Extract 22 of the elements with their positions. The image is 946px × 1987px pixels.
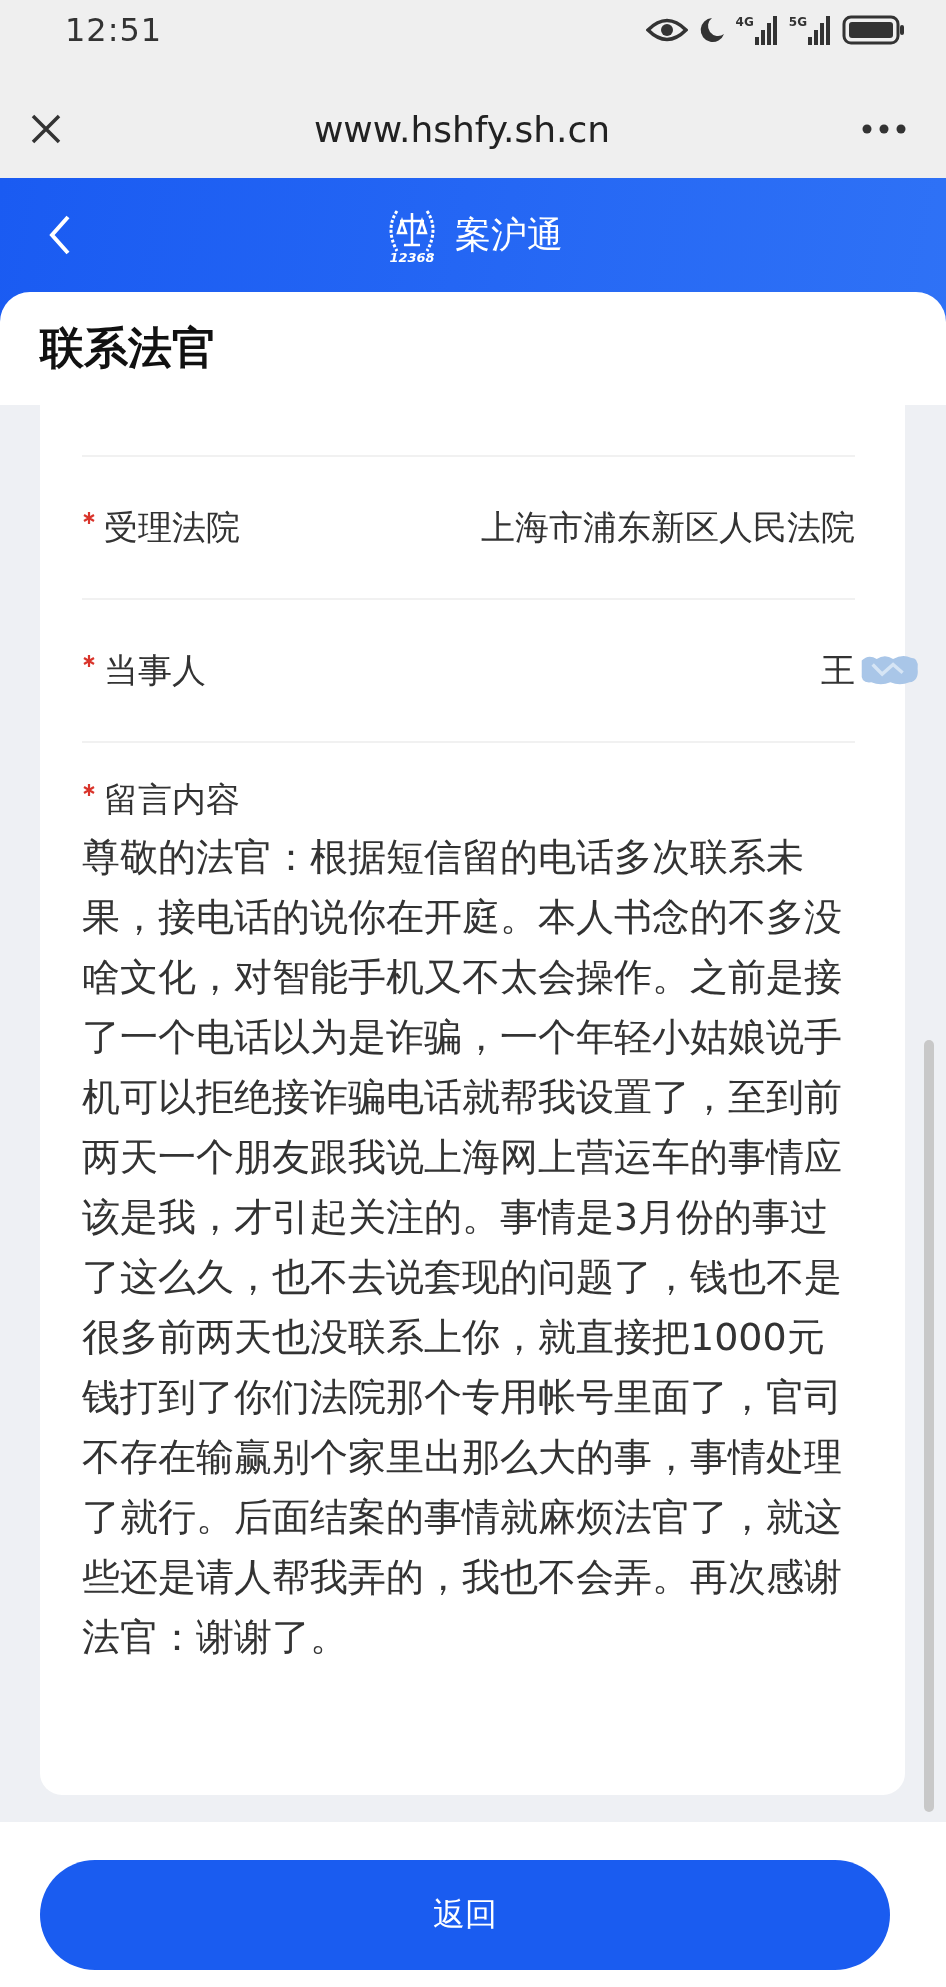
field-value: 上海市浦东新区人民法院	[481, 505, 855, 549]
close-icon[interactable]	[30, 113, 62, 145]
field-label: 当事人	[104, 648, 206, 692]
more-icon[interactable]	[862, 124, 906, 134]
network-label: 4G	[735, 15, 754, 29]
signal-icon	[808, 15, 832, 45]
logo-number: 12368	[389, 250, 435, 264]
network-label: 5G	[788, 15, 807, 29]
message-text: 尊敬的法官：根据短信留的电话多次联系未果，接电话的说你在开庭。本人书念的不多没啥文化，对智能手机又不太会操作。之前是接了一个电话以为是诈骗，一个年轻小姑娘说手机可以拒绝接诈骗电话就帮我设置了，至到前两天一个朋友跟我说上海网上营运车的事情应该是我，才引起关注的。事情是3月份的事过了这么久，也不去说套现的问题了，钱也不是很多前两天也没联系上你，就直接把1000元钱打到了你们法院那个专用帐号里面了，官司不存在输赢别个家里出那么大的事，事情处理了就行。后面结案的事情就麻烦法官了，就这些还是请人帮我弄的，我也不会弄。再次感谢法官：谢谢了。	[82, 834, 843, 1661]
field-value: 王	[821, 648, 855, 692]
clock-time: 12:51	[65, 11, 163, 49]
signal-icon	[754, 15, 779, 45]
scrollbar[interactable]	[924, 1040, 934, 1812]
field-label: 留言内容	[104, 778, 240, 821]
field-label: 受理法院	[104, 505, 240, 549]
url-text: www.hshfy.sh.cn	[312, 108, 612, 150]
back-button[interactable]: 返回	[40, 1859, 890, 1970]
app-title: 案沪通	[455, 212, 563, 257]
battery-icon	[842, 15, 906, 45]
page-title: 联系法官	[40, 321, 216, 375]
back-icon[interactable]	[48, 214, 72, 256]
eye-icon	[645, 17, 688, 43]
